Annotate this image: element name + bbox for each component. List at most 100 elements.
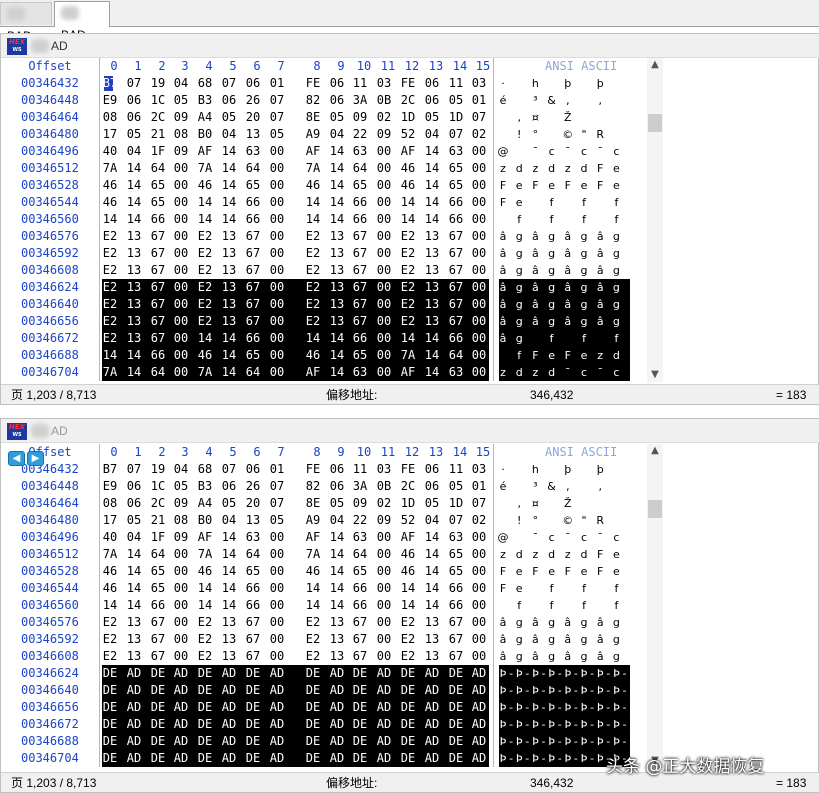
ascii-char[interactable]: F xyxy=(560,563,576,580)
hex-byte[interactable]: 14 xyxy=(194,330,216,347)
hex-byte[interactable]: 05 xyxy=(123,126,145,143)
hex-byte[interactable]: 14 xyxy=(421,364,443,381)
ascii-char[interactable]: g xyxy=(608,313,624,330)
hex-byte[interactable]: 00 xyxy=(266,143,288,160)
hex-byte[interactable]: 13 xyxy=(123,262,145,279)
hex-byte[interactable]: 14 xyxy=(326,143,348,160)
hex-row[interactable]: 00346512 7A 14 64 00 7A 14 64 00 7A 14 64 00 46 14 65 00… xyxy=(1,546,661,563)
hex-byte[interactable]: E2 xyxy=(302,228,324,245)
ascii-char[interactable]: - xyxy=(617,665,633,682)
hex-byte[interactable]: 66 xyxy=(349,211,371,228)
hex-byte[interactable]: 00 xyxy=(468,245,490,262)
hex-byte[interactable]: E2 xyxy=(99,614,121,631)
hex-byte[interactable]: A4 xyxy=(194,495,216,512)
hex-byte[interactable]: E2 xyxy=(302,631,324,648)
hex-byte[interactable]: AD xyxy=(373,733,395,750)
hex-byte[interactable]: 26 xyxy=(242,478,264,495)
ascii-char[interactable]: g xyxy=(576,614,592,631)
ascii-char[interactable]: c xyxy=(576,529,592,546)
hex-byte[interactable]: 67 xyxy=(147,296,169,313)
hex-byte[interactable]: 67 xyxy=(242,262,264,279)
hex-byte[interactable]: DE xyxy=(99,733,121,750)
hex-byte[interactable]: DE xyxy=(445,733,467,750)
ascii-char[interactable]: ! xyxy=(511,126,527,143)
ascii-char[interactable]: e xyxy=(544,177,560,194)
hex-byte[interactable]: 67 xyxy=(242,296,264,313)
hex-byte[interactable]: AD xyxy=(218,682,240,699)
hex-byte[interactable]: 00 xyxy=(373,529,395,546)
hex-byte[interactable]: 67 xyxy=(349,648,371,665)
ascii-char[interactable]: e xyxy=(576,177,592,194)
hex-byte[interactable]: 13 xyxy=(218,245,240,262)
hex-byte[interactable]: 04 xyxy=(326,126,348,143)
hex-byte[interactable]: AD xyxy=(421,665,443,682)
ascii-char[interactable]: ³ xyxy=(527,92,543,109)
hex-byte[interactable]: 14 xyxy=(123,364,145,381)
hex-byte[interactable]: 04 xyxy=(123,529,145,546)
hex-byte[interactable]: 00 xyxy=(468,211,490,228)
ascii-char[interactable]: g xyxy=(544,648,560,665)
ascii-char[interactable]: ¯ xyxy=(592,143,608,160)
hex-byte[interactable]: DE xyxy=(349,733,371,750)
hex-byte[interactable]: 13 xyxy=(123,245,145,262)
hex-byte[interactable]: 05 xyxy=(170,478,192,495)
hex-byte[interactable]: 13 xyxy=(218,648,240,665)
ascii-char[interactable]: â xyxy=(560,648,576,665)
hex-byte[interactable]: 64 xyxy=(242,160,264,177)
hex-byte[interactable]: 1C xyxy=(147,92,169,109)
hex-byte[interactable]: AD xyxy=(373,665,395,682)
hex-byte[interactable]: AF xyxy=(302,529,324,546)
hex-byte[interactable]: 66 xyxy=(147,347,169,364)
hex-byte[interactable]: 65 xyxy=(147,194,169,211)
hex-byte[interactable]: B0 xyxy=(194,126,216,143)
ascii-char[interactable]: R xyxy=(592,512,608,529)
hex-byte[interactable]: 13 xyxy=(326,631,348,648)
hex-byte[interactable]: E2 xyxy=(302,279,324,296)
ascii-char[interactable]: z xyxy=(527,364,543,381)
hex-byte[interactable]: 14 xyxy=(99,211,121,228)
hex-byte[interactable]: 19 xyxy=(147,75,169,92)
hex-byte[interactable]: 00 xyxy=(468,347,490,364)
hex-byte[interactable]: 82 xyxy=(302,478,324,495)
hex-byte[interactable]: AF xyxy=(194,529,216,546)
hex-byte[interactable]: AD xyxy=(326,716,348,733)
hex-byte[interactable]: AD xyxy=(266,733,288,750)
ascii-char[interactable]: â xyxy=(527,262,543,279)
hex-byte[interactable]: 13 xyxy=(326,296,348,313)
hex-byte[interactable]: E2 xyxy=(99,245,121,262)
hex-byte[interactable]: 13 xyxy=(218,262,240,279)
hex-byte[interactable]: 13 xyxy=(123,313,145,330)
hex-byte[interactable]: 05 xyxy=(266,512,288,529)
hex-byte[interactable]: 00 xyxy=(266,347,288,364)
ascii-char[interactable]: g xyxy=(608,614,624,631)
hex-byte[interactable]: E2 xyxy=(194,648,216,665)
hex-byte[interactable]: 00 xyxy=(266,546,288,563)
hex-byte[interactable]: AD xyxy=(266,716,288,733)
hex-byte[interactable]: AD xyxy=(218,699,240,716)
hex-byte[interactable]: 00 xyxy=(373,160,395,177)
ascii-char[interactable]: c xyxy=(608,143,624,160)
ascii-char[interactable]: g xyxy=(576,245,592,262)
ascii-char[interactable]: g xyxy=(511,648,527,665)
hex-byte[interactable]: 00 xyxy=(468,648,490,665)
hex-byte[interactable]: DE xyxy=(445,665,467,682)
hex-byte[interactable]: 07 xyxy=(468,109,490,126)
hex-byte[interactable]: 02 xyxy=(468,126,490,143)
hex-byte[interactable]: DE xyxy=(194,750,216,767)
hex-byte[interactable]: 21 xyxy=(147,126,169,143)
ascii-char[interactable]: ¯ xyxy=(527,529,543,546)
hex-byte[interactable]: E2 xyxy=(194,296,216,313)
ascii-char[interactable]: â xyxy=(527,296,543,313)
ascii-char[interactable]: â xyxy=(527,631,543,648)
hex-byte[interactable]: 1F xyxy=(147,143,169,160)
hex-byte[interactable]: 46 xyxy=(194,177,216,194)
hex-row[interactable]: 00346544 46 14 65 00 14 14 66 00 14 14 66 00 14 14 66 00… xyxy=(1,580,661,597)
hex-byte[interactable]: 8E xyxy=(302,109,324,126)
ascii-char[interactable]: F xyxy=(527,347,543,364)
hex-byte[interactable]: 13 xyxy=(123,631,145,648)
hex-byte[interactable]: 06 xyxy=(326,75,348,92)
hex-byte[interactable]: AF xyxy=(302,364,324,381)
hex-row[interactable]: 00346656 E2 13 67 00 E2 13 67 00 E2 13 67 00 E2 13 67 00… xyxy=(1,313,661,330)
ascii-char[interactable]: F xyxy=(560,177,576,194)
hex-byte[interactable]: 06 xyxy=(123,495,145,512)
